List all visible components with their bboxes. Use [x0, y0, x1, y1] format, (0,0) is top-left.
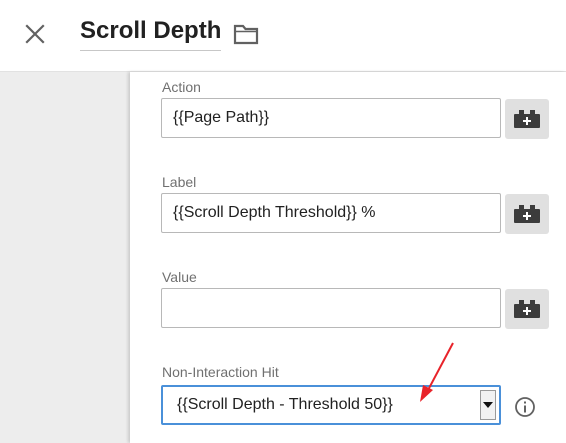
- variable-picker-icon: [514, 205, 540, 223]
- folder-icon: [233, 24, 259, 45]
- folder-button[interactable]: [232, 21, 260, 47]
- label-variable-button[interactable]: [505, 194, 549, 234]
- non-interaction-label: Non-Interaction Hit: [162, 364, 279, 380]
- info-button[interactable]: [514, 396, 536, 418]
- non-interaction-selected-value: {{Scroll Depth - Threshold 50}}: [177, 396, 393, 413]
- close-button[interactable]: [21, 20, 49, 48]
- value-variable-button[interactable]: [505, 289, 549, 329]
- action-input[interactable]: [161, 98, 501, 138]
- dropdown-arrow[interactable]: [480, 390, 496, 420]
- close-icon: [25, 24, 45, 44]
- variable-picker-icon: [514, 300, 540, 318]
- left-gutter: [0, 72, 130, 443]
- dropdown-arrow-icon: [483, 402, 493, 408]
- action-variable-button[interactable]: [505, 99, 549, 139]
- tag-name-title[interactable]: Scroll Depth: [80, 16, 222, 51]
- variable-picker-icon: [514, 110, 540, 128]
- info-icon: [515, 397, 535, 417]
- action-label: Action: [162, 79, 201, 95]
- non-interaction-select[interactable]: {{Scroll Depth - Threshold 50}}: [161, 385, 501, 425]
- editor-header: Scroll Depth: [0, 0, 566, 72]
- value-label: Value: [162, 269, 197, 285]
- value-input[interactable]: [161, 288, 501, 328]
- label-label: Label: [162, 174, 197, 190]
- label-input[interactable]: [161, 193, 501, 233]
- tag-editor: Scroll Depth Action Label Value: [0, 0, 566, 443]
